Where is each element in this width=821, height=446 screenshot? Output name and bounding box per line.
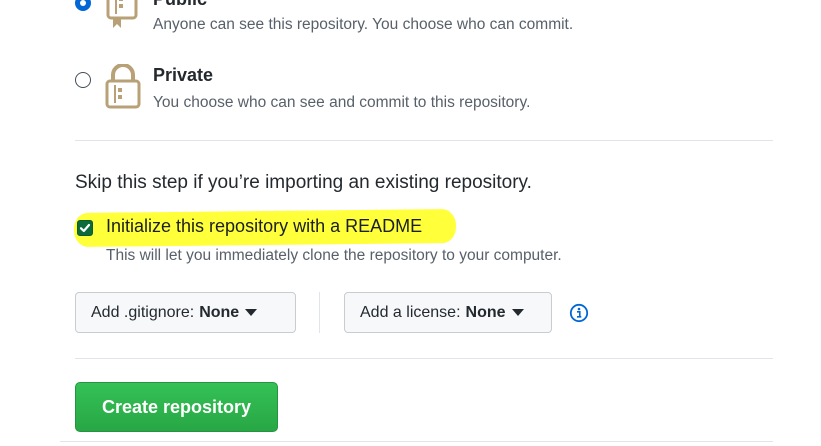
gitignore-label: Add .gitignore: (91, 303, 195, 321)
private-radio[interactable] (75, 72, 91, 88)
readme-description: This will let you immediately clone the … (106, 247, 562, 264)
new-repository-form: Public Anyone can see this repository. Y… (0, 0, 821, 446)
public-description: Anyone can see this repository. You choo… (153, 16, 574, 33)
caret-down-icon (511, 309, 524, 316)
caret-down-icon (245, 309, 258, 316)
public-radio[interactable] (75, 0, 91, 11)
section-divider-bottom (75, 358, 773, 359)
section-divider (75, 140, 773, 141)
private-title: Private (153, 65, 214, 85)
create-repository-button[interactable]: Create repository (75, 382, 278, 432)
info-icon[interactable] (569, 303, 589, 323)
public-title: Public (153, 0, 207, 10)
public-repo-icon (106, 0, 138, 28)
checkmark-icon (79, 223, 91, 233)
gitignore-value: None (199, 303, 240, 321)
dropdown-separator (319, 292, 320, 333)
readme-label[interactable]: Initialize this repository with a README (106, 216, 422, 237)
skip-note: Skip this step if you’re importing an ex… (75, 172, 532, 193)
private-description: You choose who can see and commit to thi… (153, 94, 531, 111)
license-label: Add a license: (360, 303, 461, 321)
gitignore-dropdown[interactable]: Add .gitignore: None (75, 292, 296, 333)
readme-checkbox[interactable] (77, 220, 93, 236)
license-value: None (465, 303, 506, 321)
license-dropdown[interactable]: Add a license: None (344, 292, 552, 333)
lock-icon (105, 64, 141, 109)
footer-divider (60, 441, 773, 442)
